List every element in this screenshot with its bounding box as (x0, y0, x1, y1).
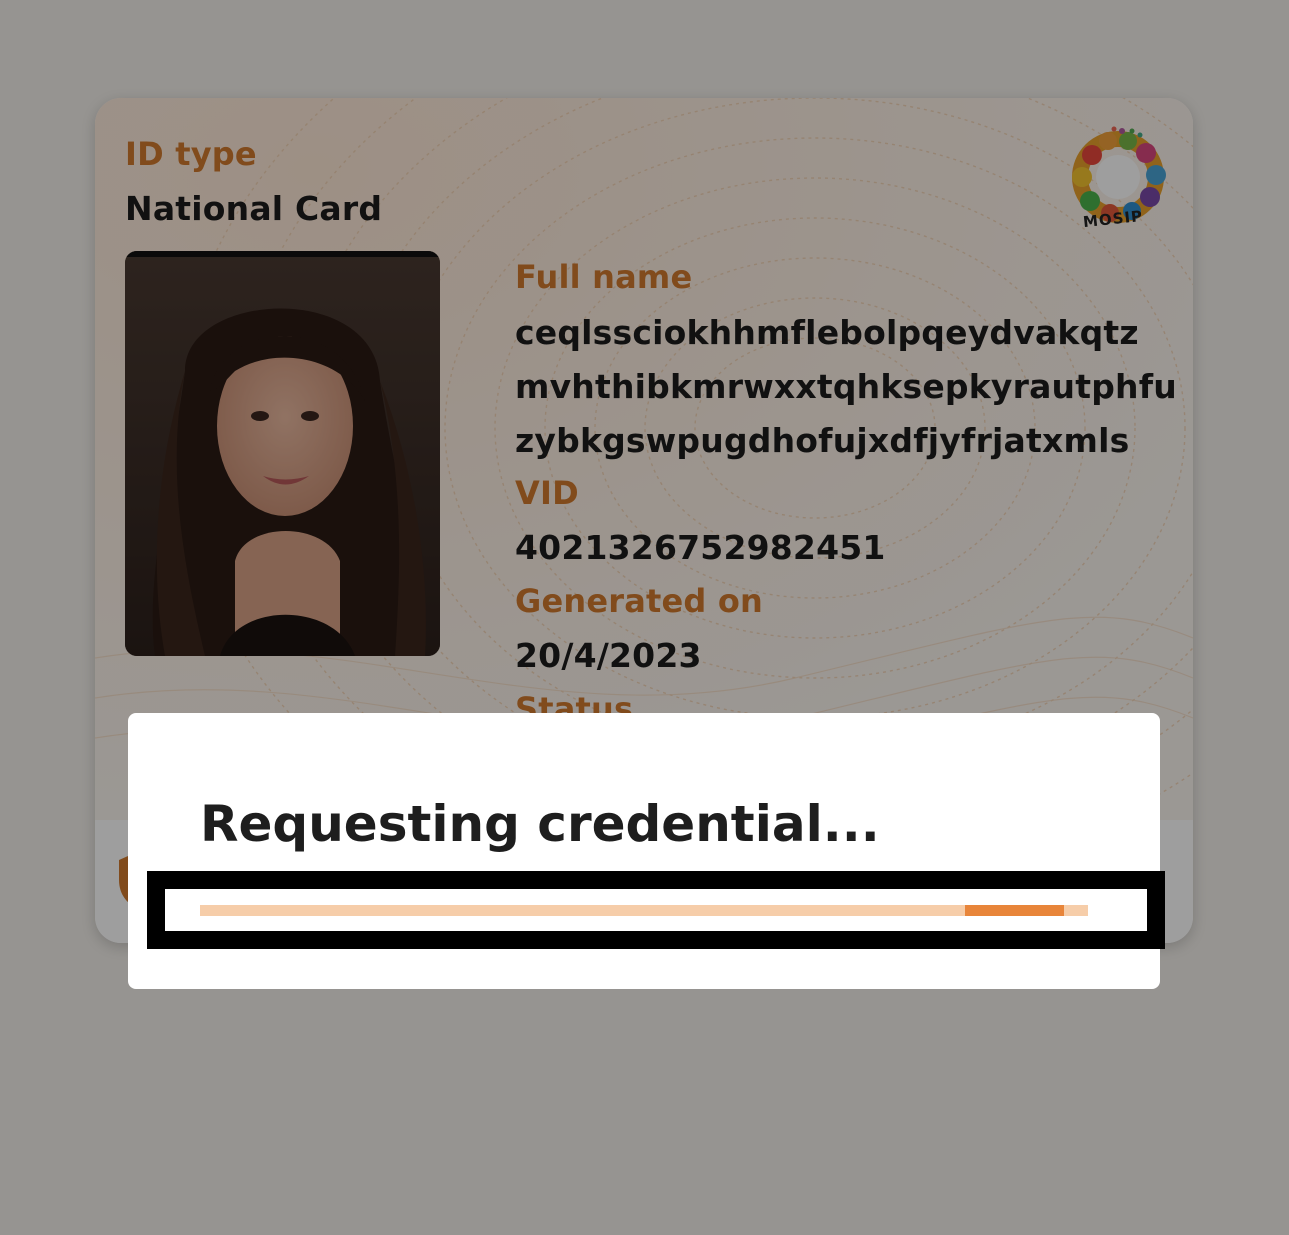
progress-bar (200, 905, 1088, 916)
screen: ID type National Card MOSIP Full name ce… (0, 0, 1289, 1235)
dialog-title: Requesting credential... (200, 795, 880, 853)
progress-focus-frame (147, 871, 1165, 949)
progress-indicator (965, 905, 1065, 916)
modal-backdrop[interactable] (0, 0, 1289, 1235)
loading-dialog: Requesting credential... (128, 713, 1165, 989)
